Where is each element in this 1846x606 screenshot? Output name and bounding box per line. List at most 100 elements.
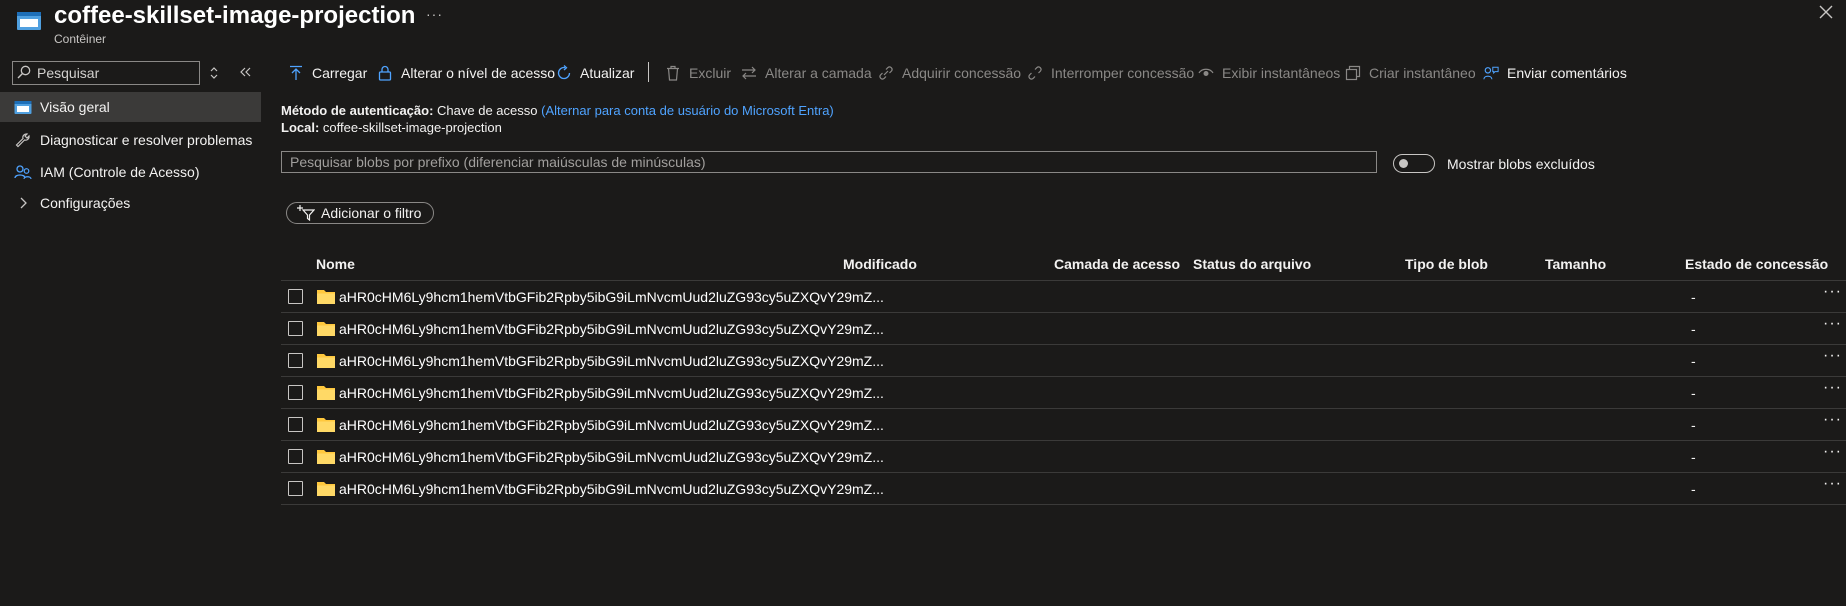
lease-state: - bbox=[1691, 481, 1696, 497]
folder-icon bbox=[317, 353, 335, 368]
lease-state: - bbox=[1691, 417, 1696, 433]
add-filter-icon bbox=[297, 205, 316, 222]
row-checkbox[interactable] bbox=[288, 289, 303, 304]
blob-name[interactable]: aHR0cHM6Ly9hcm1hemVtbGFib2Rpby5ibG9iLmNv… bbox=[339, 385, 884, 401]
search-icon bbox=[17, 65, 31, 79]
sidebar-item-diagnose[interactable]: Diagnosticar e resolver problemas bbox=[0, 125, 261, 155]
refresh-button[interactable]: Atualizar bbox=[556, 62, 634, 84]
column-header-access-tier[interactable]: Camada de acesso bbox=[1054, 256, 1180, 272]
sidebar-item-label: Diagnosticar e resolver problemas bbox=[40, 132, 253, 148]
blob-name[interactable]: aHR0cHM6Ly9hcm1hemVtbGFib2Rpby5ibG9iLmNv… bbox=[339, 321, 884, 337]
blob-name[interactable]: aHR0cHM6Ly9hcm1hemVtbGFib2Rpby5ibG9iLmNv… bbox=[339, 481, 884, 497]
refresh-icon bbox=[556, 65, 572, 81]
lease-state: - bbox=[1691, 353, 1696, 369]
delete-button[interactable]: Excluir bbox=[665, 62, 731, 84]
sidebar-search-input[interactable]: Pesquisar bbox=[12, 61, 200, 85]
row-more-options-button[interactable]: ··· bbox=[1823, 476, 1843, 492]
column-header-lease-state[interactable]: Estado de concessão bbox=[1685, 256, 1828, 272]
lease-state: - bbox=[1691, 289, 1696, 305]
location-label: Local: bbox=[281, 120, 320, 135]
folder-icon bbox=[317, 385, 335, 400]
auth-method-line: Método de autenticação: Chave de acesso … bbox=[281, 103, 834, 118]
show-deleted-blobs-label: Mostrar blobs excluídos bbox=[1447, 156, 1595, 172]
table-row[interactable]: aHR0cHM6Ly9hcm1hemVtbGFib2Rpby5ibG9iLmNv… bbox=[281, 313, 1846, 345]
row-checkbox[interactable] bbox=[288, 417, 303, 432]
blob-name[interactable]: aHR0cHM6Ly9hcm1hemVtbGFib2Rpby5ibG9iLmNv… bbox=[339, 353, 884, 369]
toggle-knob bbox=[1399, 159, 1408, 168]
view-snapshots-button[interactable]: Exibir instantâneos bbox=[1198, 62, 1340, 84]
trash-icon bbox=[665, 65, 681, 81]
feedback-icon bbox=[1483, 65, 1499, 81]
container-icon bbox=[16, 10, 42, 32]
wrench-icon bbox=[14, 131, 32, 149]
row-more-options-button[interactable]: ··· bbox=[1823, 444, 1843, 460]
blob-name[interactable]: aHR0cHM6Ly9hcm1hemVtbGFib2Rpby5ibG9iLmNv… bbox=[339, 289, 884, 305]
row-more-options-button[interactable]: ··· bbox=[1823, 284, 1843, 300]
add-filter-label: Adicionar o filtro bbox=[321, 205, 422, 221]
blob-name[interactable]: aHR0cHM6Ly9hcm1hemVtbGFib2Rpby5ibG9iLmNv… bbox=[339, 417, 884, 433]
folder-icon bbox=[317, 417, 335, 432]
row-more-options-button[interactable]: ··· bbox=[1823, 348, 1843, 364]
link-icon bbox=[878, 65, 894, 81]
table-row[interactable]: aHR0cHM6Ly9hcm1hemVtbGFib2Rpby5ibG9iLmNv… bbox=[281, 345, 1846, 377]
collapse-sidebar-icon[interactable] bbox=[238, 65, 252, 79]
change-access-level-button[interactable]: Alterar o nível de acesso bbox=[377, 62, 555, 84]
table-row[interactable]: aHR0cHM6Ly9hcm1hemVtbGFib2Rpby5ibG9iLmNv… bbox=[281, 473, 1846, 505]
folder-icon bbox=[317, 449, 335, 464]
sidebar-item-iam[interactable]: IAM (Controle de Acesso) bbox=[0, 157, 261, 187]
send-feedback-button[interactable]: Enviar comentários bbox=[1483, 62, 1627, 84]
row-more-options-button[interactable]: ··· bbox=[1823, 380, 1843, 396]
chevron-right-icon bbox=[14, 194, 32, 212]
eye-icon bbox=[1198, 65, 1214, 81]
column-header-size[interactable]: Tamanho bbox=[1545, 256, 1606, 272]
break-lease-button[interactable]: Interromper concessão bbox=[1027, 62, 1194, 84]
column-header-name[interactable]: Nome bbox=[316, 256, 355, 272]
folder-icon bbox=[317, 321, 335, 336]
toolbar-divider bbox=[648, 62, 649, 82]
sort-icon[interactable] bbox=[208, 66, 220, 80]
row-divider bbox=[281, 504, 1846, 505]
column-header-modified[interactable]: Modificado bbox=[843, 256, 917, 272]
more-options-button[interactable]: ··· bbox=[426, 6, 443, 22]
row-checkbox[interactable] bbox=[288, 385, 303, 400]
row-checkbox[interactable] bbox=[288, 481, 303, 496]
page-title: coffee-skillset-image-projection bbox=[54, 2, 416, 29]
switch-auth-link[interactable]: (Alternar para conta de usuário do Micro… bbox=[541, 103, 834, 118]
delete-label: Excluir bbox=[689, 65, 732, 81]
table-row[interactable]: aHR0cHM6Ly9hcm1hemVtbGFib2Rpby5ibG9iLmNv… bbox=[281, 409, 1846, 441]
change-tier-button[interactable]: Alterar a camada bbox=[741, 62, 872, 84]
blob-prefix-search-input[interactable]: Pesquisar blobs por prefixo (diferenciar… bbox=[281, 151, 1377, 173]
row-checkbox[interactable] bbox=[288, 353, 303, 368]
add-filter-button[interactable]: Adicionar o filtro bbox=[286, 202, 434, 224]
upload-label: Carregar bbox=[312, 65, 368, 81]
table-row[interactable]: aHR0cHM6Ly9hcm1hemVtbGFib2Rpby5ibG9iLmNv… bbox=[281, 377, 1846, 409]
column-header-blob-type[interactable]: Tipo de blob bbox=[1405, 256, 1488, 272]
blob-name[interactable]: aHR0cHM6Ly9hcm1hemVtbGFib2Rpby5ibG9iLmNv… bbox=[339, 449, 884, 465]
sidebar-item-overview[interactable]: Visão geral bbox=[0, 92, 261, 122]
acquire-lease-button[interactable]: Adquirir concessão bbox=[878, 62, 1021, 84]
show-deleted-blobs-toggle[interactable] bbox=[1393, 154, 1435, 173]
sidebar-item-settings[interactable]: Configurações bbox=[0, 188, 261, 218]
create-snapshot-label: Criar instantâneo bbox=[1369, 65, 1476, 81]
sidebar-item-label: Visão geral bbox=[40, 99, 110, 115]
lease-state: - bbox=[1691, 321, 1696, 337]
folder-icon bbox=[317, 481, 335, 496]
column-header-archive-status[interactable]: Status do arquivo bbox=[1193, 256, 1311, 272]
row-more-options-button[interactable]: ··· bbox=[1823, 316, 1843, 332]
lock-icon bbox=[377, 65, 393, 81]
upload-button[interactable]: Carregar bbox=[288, 62, 367, 84]
people-icon bbox=[14, 163, 32, 181]
sidebar-search-placeholder: Pesquisar bbox=[37, 65, 100, 81]
close-icon[interactable] bbox=[1818, 4, 1838, 24]
container-icon bbox=[14, 98, 32, 116]
change-access-label: Alterar o nível de acesso bbox=[401, 65, 556, 81]
table-row[interactable]: aHR0cHM6Ly9hcm1hemVtbGFib2Rpby5ibG9iLmNv… bbox=[281, 441, 1846, 473]
upload-icon bbox=[288, 65, 304, 81]
row-more-options-button[interactable]: ··· bbox=[1823, 412, 1843, 428]
table-row[interactable]: aHR0cHM6Ly9hcm1hemVtbGFib2Rpby5ibG9iLmNv… bbox=[281, 281, 1846, 313]
create-snapshot-button[interactable]: Criar instantâneo bbox=[1345, 62, 1476, 84]
break-lease-label: Interromper concessão bbox=[1051, 65, 1195, 81]
swap-arrows-icon bbox=[741, 65, 757, 81]
row-checkbox[interactable] bbox=[288, 449, 303, 464]
row-checkbox[interactable] bbox=[288, 321, 303, 336]
